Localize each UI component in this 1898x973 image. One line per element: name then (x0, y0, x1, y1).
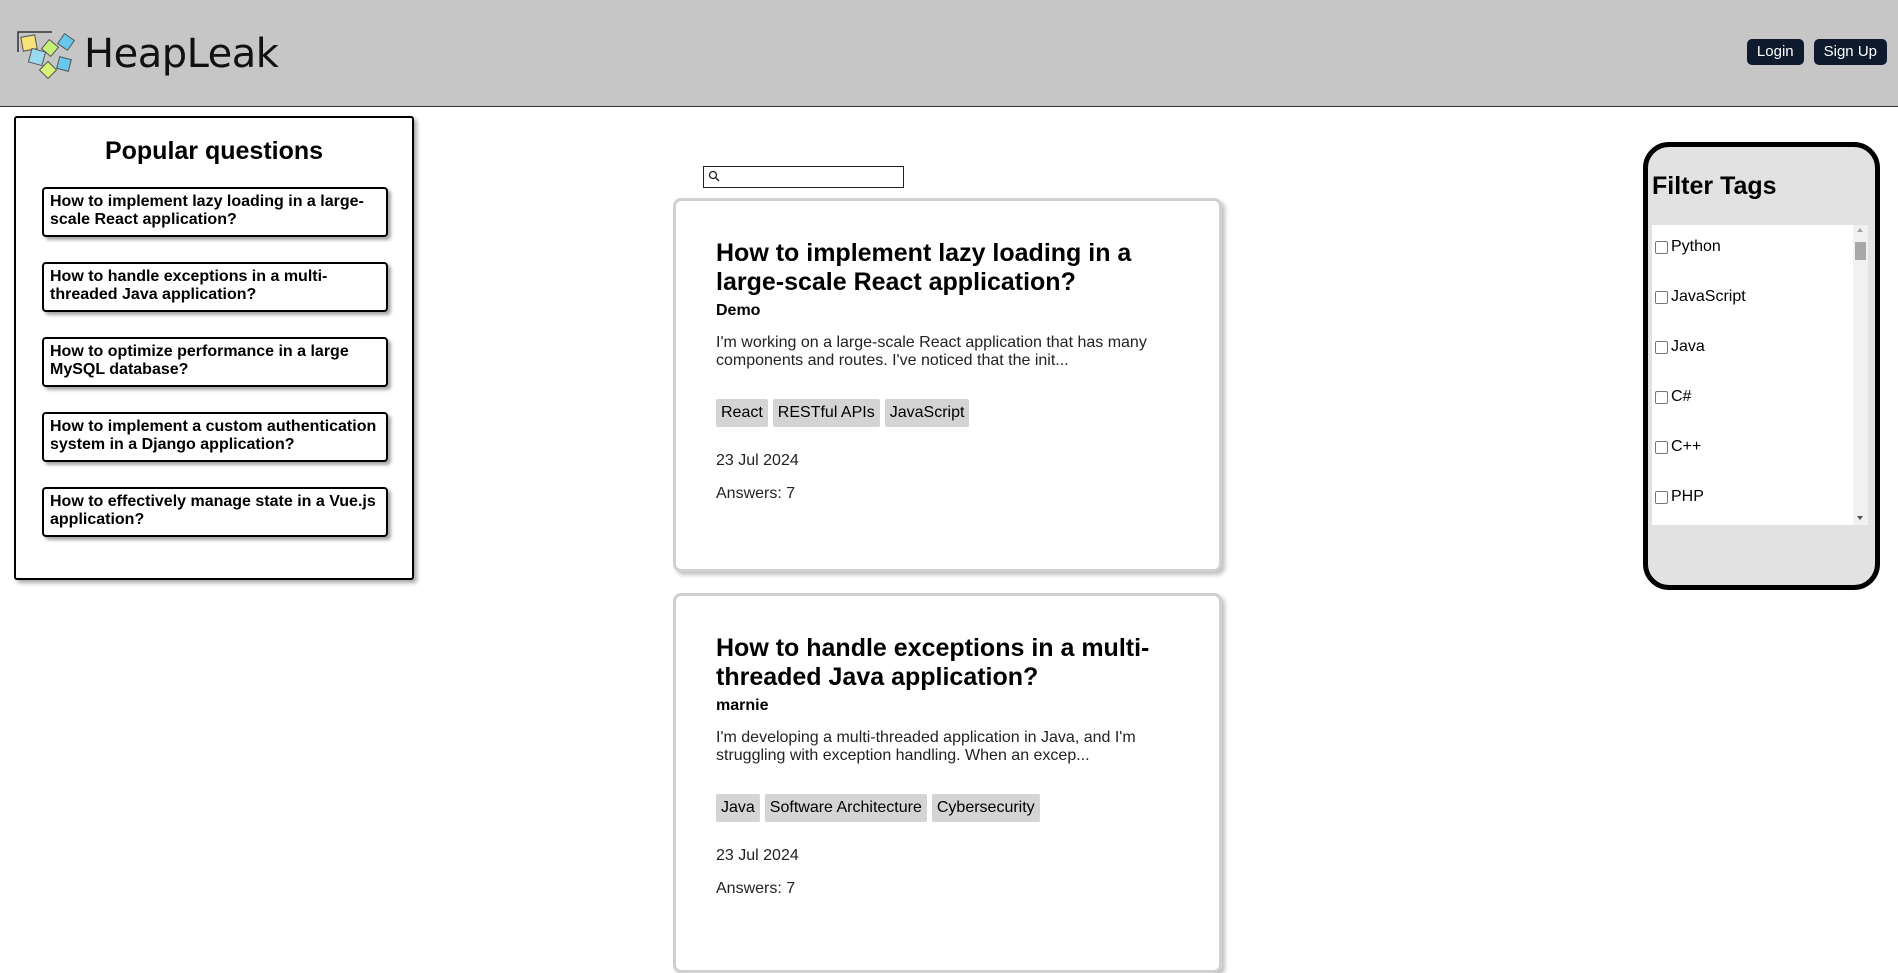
filter-tags-scrollbar[interactable] (1853, 225, 1868, 525)
question-title[interactable]: How to handle exceptions in a multi-thre… (716, 634, 1179, 692)
brand-name: HeapLeak (84, 31, 279, 77)
auth-buttons: Login Sign Up (1746, 39, 1887, 65)
filter-tags-panel: Filter Tags Python JavaScript Java C# C+… (1643, 142, 1880, 590)
checkbox[interactable] (1655, 490, 1668, 504)
checkbox[interactable] (1655, 390, 1668, 404)
question-card[interactable]: How to handle exceptions in a multi-thre… (673, 593, 1222, 973)
scroll-up-icon[interactable] (1857, 228, 1863, 232)
filter-tag-label: C++ (1671, 438, 1702, 455)
question-excerpt: I'm developing a multi-threaded applicat… (716, 729, 1136, 764)
filter-tag-java[interactable]: Java (1655, 338, 1705, 356)
popular-question-item[interactable]: How to implement lazy loading in a large… (42, 187, 388, 237)
checkbox[interactable] (1655, 290, 1668, 304)
question-title[interactable]: How to implement lazy loading in a large… (716, 239, 1179, 297)
popular-questions-title: Popular questions (104, 137, 324, 165)
logo-icon (17, 31, 76, 80)
filter-tags-list: Python JavaScript Java C# C++ PHP (1652, 225, 1868, 525)
question-answers-count: Answers: 7 (716, 880, 796, 897)
checkbox[interactable] (1655, 240, 1668, 254)
question-author: marnie (716, 697, 769, 714)
filter-tag-label: PHP (1671, 488, 1704, 505)
popular-question-item[interactable]: How to effectively manage state in a Vue… (42, 487, 388, 537)
popular-question-item[interactable]: How to implement a custom authentication… (42, 412, 388, 462)
checkbox[interactable] (1655, 440, 1668, 454)
question-answers-count: Answers: 7 (716, 485, 796, 502)
filter-tag-javascript[interactable]: JavaScript (1655, 288, 1746, 306)
tag-chip[interactable]: RESTful APIs (772, 399, 880, 427)
filter-tag-label: Python (1671, 238, 1721, 255)
scroll-down-icon[interactable] (1857, 516, 1863, 520)
tag-chip[interactable]: React (716, 399, 768, 427)
filter-tag-label: JavaScript (1671, 288, 1746, 305)
brand-logo[interactable]: HeapLeak (16, 30, 279, 86)
filter-tag-label: Java (1671, 338, 1705, 355)
popular-question-item[interactable]: How to handle exceptions in a multi-thre… (42, 262, 388, 312)
filter-tag-cpp[interactable]: C++ (1655, 438, 1701, 456)
question-tags: React RESTful APIs JavaScript (716, 399, 1179, 427)
question-tags: Java Software Architecture Cybersecurity (716, 794, 1179, 822)
question-card[interactable]: How to implement lazy loading in a large… (673, 198, 1222, 572)
question-author: Demo (716, 302, 761, 319)
popular-question-item[interactable]: How to optimize performance in a large M… (42, 337, 388, 387)
top-header: HeapLeak Login Sign Up (0, 0, 1898, 107)
filter-tag-csharp[interactable]: C# (1655, 388, 1691, 406)
tag-chip[interactable]: Cybersecurity (931, 794, 1040, 822)
tag-chip[interactable]: Java (716, 794, 760, 822)
tag-chip[interactable]: JavaScript (884, 399, 970, 427)
login-button[interactable]: Login (1746, 39, 1804, 65)
question-date: 23 Jul 2024 (716, 847, 799, 864)
search-icon (708, 170, 720, 182)
checkbox[interactable] (1655, 340, 1668, 354)
search-box (703, 166, 904, 188)
tag-chip[interactable]: Software Architecture (764, 794, 927, 822)
question-date: 23 Jul 2024 (716, 452, 799, 469)
popular-questions-panel: Popular questions How to implement lazy … (14, 116, 414, 580)
search-input[interactable] (722, 167, 900, 186)
question-excerpt: I'm working on a large-scale React appli… (716, 334, 1147, 369)
filter-tag-php[interactable]: PHP (1655, 488, 1704, 506)
filter-tags-title: Filter Tags (1652, 172, 1777, 200)
scroll-thumb[interactable] (1855, 242, 1866, 260)
filter-tag-label: C# (1671, 388, 1692, 405)
popular-questions-list: How to implement lazy loading in a large… (16, 187, 412, 537)
filter-tag-python[interactable]: Python (1655, 238, 1721, 256)
signup-button[interactable]: Sign Up (1813, 39, 1887, 65)
